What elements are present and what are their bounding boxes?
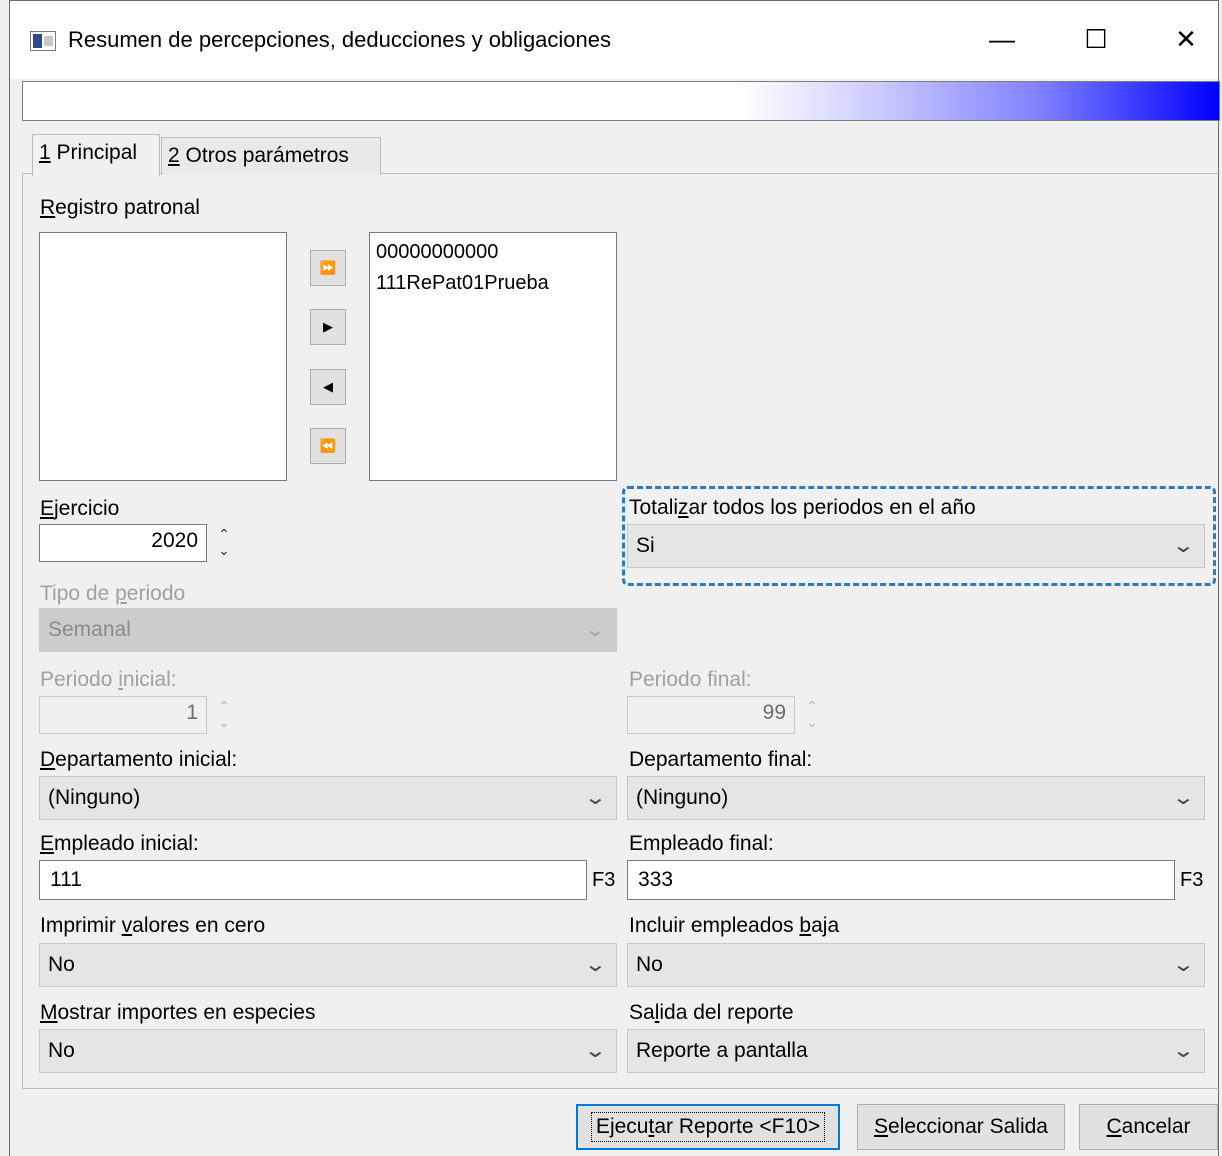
periodo-final-input[interactable]: 99 [627, 696, 795, 734]
totalizar-select[interactable]: Si ⌄ [627, 524, 1205, 568]
empleado-final-input[interactable]: 333 [627, 860, 1175, 900]
empleado-inicial-label: Empleado inicial: [40, 832, 199, 855]
list-item[interactable]: 00000000000 [376, 237, 610, 268]
tab-principal-label: Principal [50, 141, 138, 164]
double-right-arrow-icon: ⏩ [319, 260, 337, 275]
maximize-button[interactable]: ☐ [1066, 17, 1126, 61]
tab-principal[interactable]: 1 Principal [32, 134, 160, 176]
periodo-inicial-input[interactable]: 1 [39, 696, 207, 734]
chevron-down-icon: ⌄ [1171, 535, 1196, 557]
minimize-button[interactable]: — [972, 17, 1032, 61]
chevron-down-icon: ⌄ [583, 954, 608, 976]
tab-otros-label: Otros parámetros [179, 144, 349, 167]
departamento-inicial-select[interactable]: (Ninguno) ⌄ [39, 776, 617, 820]
periodo-final-label: Periodo final: [629, 668, 752, 691]
tab-otros-parametros[interactable]: 2 Otros parámetros [161, 137, 381, 175]
departamento-final-label: Departamento final: [629, 748, 813, 771]
window-title: Resumen de percepciones, deducciones y o… [68, 27, 612, 52]
periodo-final-spinner[interactable]: ⌃ ⌄ [801, 698, 823, 734]
add-all-button[interactable]: ⏩ [310, 250, 346, 286]
salida-select[interactable]: Reporte a pantalla ⌄ [627, 1029, 1205, 1073]
chevron-down-icon: ⌄ [583, 619, 608, 641]
empleado-final-label: Empleado final: [629, 832, 774, 855]
empleado-inicial-lookup[interactable]: F3 [592, 869, 615, 892]
registro-patronal-label: Registro patronal [40, 196, 200, 219]
chevron-down-icon: ⌄ [1171, 787, 1196, 809]
imprimir-cero-select[interactable]: No ⌄ [39, 943, 617, 987]
left-arrow-icon: ◀ [323, 379, 333, 394]
salida-label: Salida del reporte [629, 1001, 794, 1024]
remove-all-button[interactable]: ⏪ [310, 428, 346, 464]
cancelar-button[interactable]: Cancelar [1079, 1104, 1218, 1150]
title-bar: Resumen de percepciones, deducciones y o… [10, 1, 1218, 79]
chevron-down-icon: ⌄ [583, 1040, 608, 1062]
ejercicio-label: Ejercicio [40, 497, 120, 520]
remove-button[interactable]: ◀ [310, 369, 346, 405]
registro-selected-list[interactable]: 00000000000 111RePat01Prueba [369, 232, 617, 481]
tipo-periodo-label: Tipo de periodo [40, 582, 186, 605]
right-arrow-icon: ▶ [323, 319, 333, 334]
departamento-final-select[interactable]: (Ninguno) ⌄ [627, 776, 1205, 820]
departamento-inicial-label: Departamento inicial: [40, 748, 238, 771]
chevron-down-icon: ⌄ [583, 787, 608, 809]
mostrar-especies-select[interactable]: No ⌄ [39, 1029, 617, 1073]
seleccionar-salida-button[interactable]: Seleccionar Salida [857, 1104, 1065, 1150]
incluir-baja-select[interactable]: No ⌄ [627, 943, 1205, 987]
totalizar-label: Totalizar todos los periodos en el año [629, 496, 976, 519]
chevron-down-icon: ⌄ [1171, 954, 1196, 976]
registro-available-list[interactable] [39, 232, 287, 481]
incluir-baja-label: Incluir empleados baja [629, 914, 840, 937]
tab-otros-key: 2 [168, 144, 180, 167]
ejercicio-spinner[interactable]: ⌃ ⌄ [213, 526, 235, 562]
periodo-inicial-spinner[interactable]: ⌃ ⌄ [213, 698, 235, 734]
tab-principal-key: 1 [39, 141, 51, 164]
chevron-down-icon: ⌄ [1171, 1040, 1196, 1062]
list-item[interactable]: 111RePat01Prueba [376, 268, 610, 299]
periodo-inicial-label: Periodo inicial: [40, 668, 177, 691]
progress-bar [22, 81, 1220, 121]
imprimir-cero-label: Imprimir valores en cero [40, 914, 266, 937]
empleado-final-lookup[interactable]: F3 [1180, 869, 1203, 892]
ejercicio-input[interactable]: 2020 [39, 524, 207, 562]
empleado-inicial-input[interactable]: 111 [39, 860, 587, 900]
double-left-arrow-icon: ⏪ [319, 438, 337, 453]
ejecutar-reporte-button[interactable]: Ejecutar Reporte <F10> [576, 1104, 840, 1150]
app-icon [30, 31, 56, 51]
tipo-periodo-select[interactable]: Semanal ⌄ [39, 608, 617, 652]
mostrar-especies-label: Mostrar importes en especies [40, 1001, 316, 1024]
add-button[interactable]: ▶ [310, 309, 346, 345]
close-button[interactable]: ✕ [1156, 17, 1216, 61]
